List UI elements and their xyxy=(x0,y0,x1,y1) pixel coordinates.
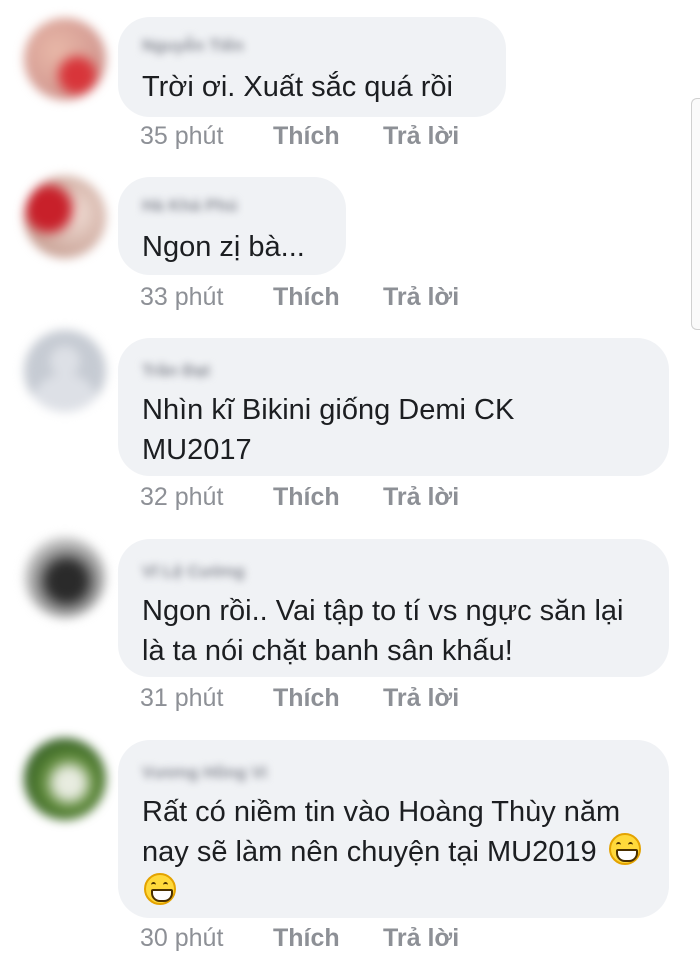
grinning-face-emoji xyxy=(144,873,176,905)
reply-button[interactable]: Trả lời xyxy=(383,122,459,151)
scrollbar[interactable] xyxy=(691,98,700,330)
timestamp[interactable]: 33 phút xyxy=(140,283,223,312)
author-name[interactable]: Vương Hồng Vi xyxy=(142,762,643,784)
timestamp[interactable]: 30 phút xyxy=(140,924,223,953)
avatar[interactable] xyxy=(24,330,106,412)
comment-bubble: Hà Khả Phú Ngon zị bà... xyxy=(118,177,346,275)
like-button[interactable]: Thích xyxy=(273,684,340,713)
timestamp[interactable]: 31 phút xyxy=(140,684,223,713)
comment-bubble: Nguyễn Tiến Trời ơi. Xuất sắc quá rồi xyxy=(118,17,506,117)
avatar[interactable] xyxy=(24,18,106,100)
timestamp[interactable]: 32 phút xyxy=(140,483,223,512)
comment-bubble: Vương Hồng Vi Rất có niềm tin vào Hoàng … xyxy=(118,740,669,918)
like-button[interactable]: Thích xyxy=(273,122,340,151)
comment-bubble: Vĩ Lệ Cường Ngon rồi.. Vai tập to tí vs … xyxy=(118,539,669,677)
author-name[interactable]: Nguyễn Tiến xyxy=(142,35,480,57)
comment-bubble: Trần Đạt Nhìn kĩ Bikini giống Demi CK MU… xyxy=(118,338,669,476)
like-button[interactable]: Thích xyxy=(273,283,340,312)
reply-button[interactable]: Trả lời xyxy=(383,924,459,953)
grinning-face-emoji xyxy=(608,833,641,865)
like-button[interactable]: Thích xyxy=(273,483,340,512)
reply-button[interactable]: Trả lời xyxy=(383,684,459,713)
comment-text-body: Rất có niềm tin vào Hoàng Thùy năm nay s… xyxy=(142,796,621,868)
comment-text: Rất có niềm tin vào Hoàng Thùy năm nay s… xyxy=(142,792,642,912)
reply-button[interactable]: Trả lời xyxy=(383,283,459,312)
avatar[interactable] xyxy=(24,738,106,820)
like-button[interactable]: Thích xyxy=(273,924,340,953)
comment-text: Nhìn kĩ Bikini giống Demi CK MU2017 xyxy=(142,394,515,466)
reply-button[interactable]: Trả lời xyxy=(383,483,459,512)
comment-text: Ngon zị bà... xyxy=(142,231,305,263)
author-name[interactable]: Trần Đạt xyxy=(142,360,643,382)
avatar[interactable] xyxy=(24,536,106,618)
author-name[interactable]: Vĩ Lệ Cường xyxy=(142,561,643,583)
avatar[interactable] xyxy=(24,176,106,258)
comment-text: Trời ơi. Xuất sắc quá rồi xyxy=(142,71,453,103)
timestamp[interactable]: 35 phút xyxy=(140,122,223,151)
comment-text: Ngon rồi.. Vai tập to tí vs ngực săn lại… xyxy=(142,595,624,667)
author-name[interactable]: Hà Khả Phú xyxy=(142,195,320,217)
